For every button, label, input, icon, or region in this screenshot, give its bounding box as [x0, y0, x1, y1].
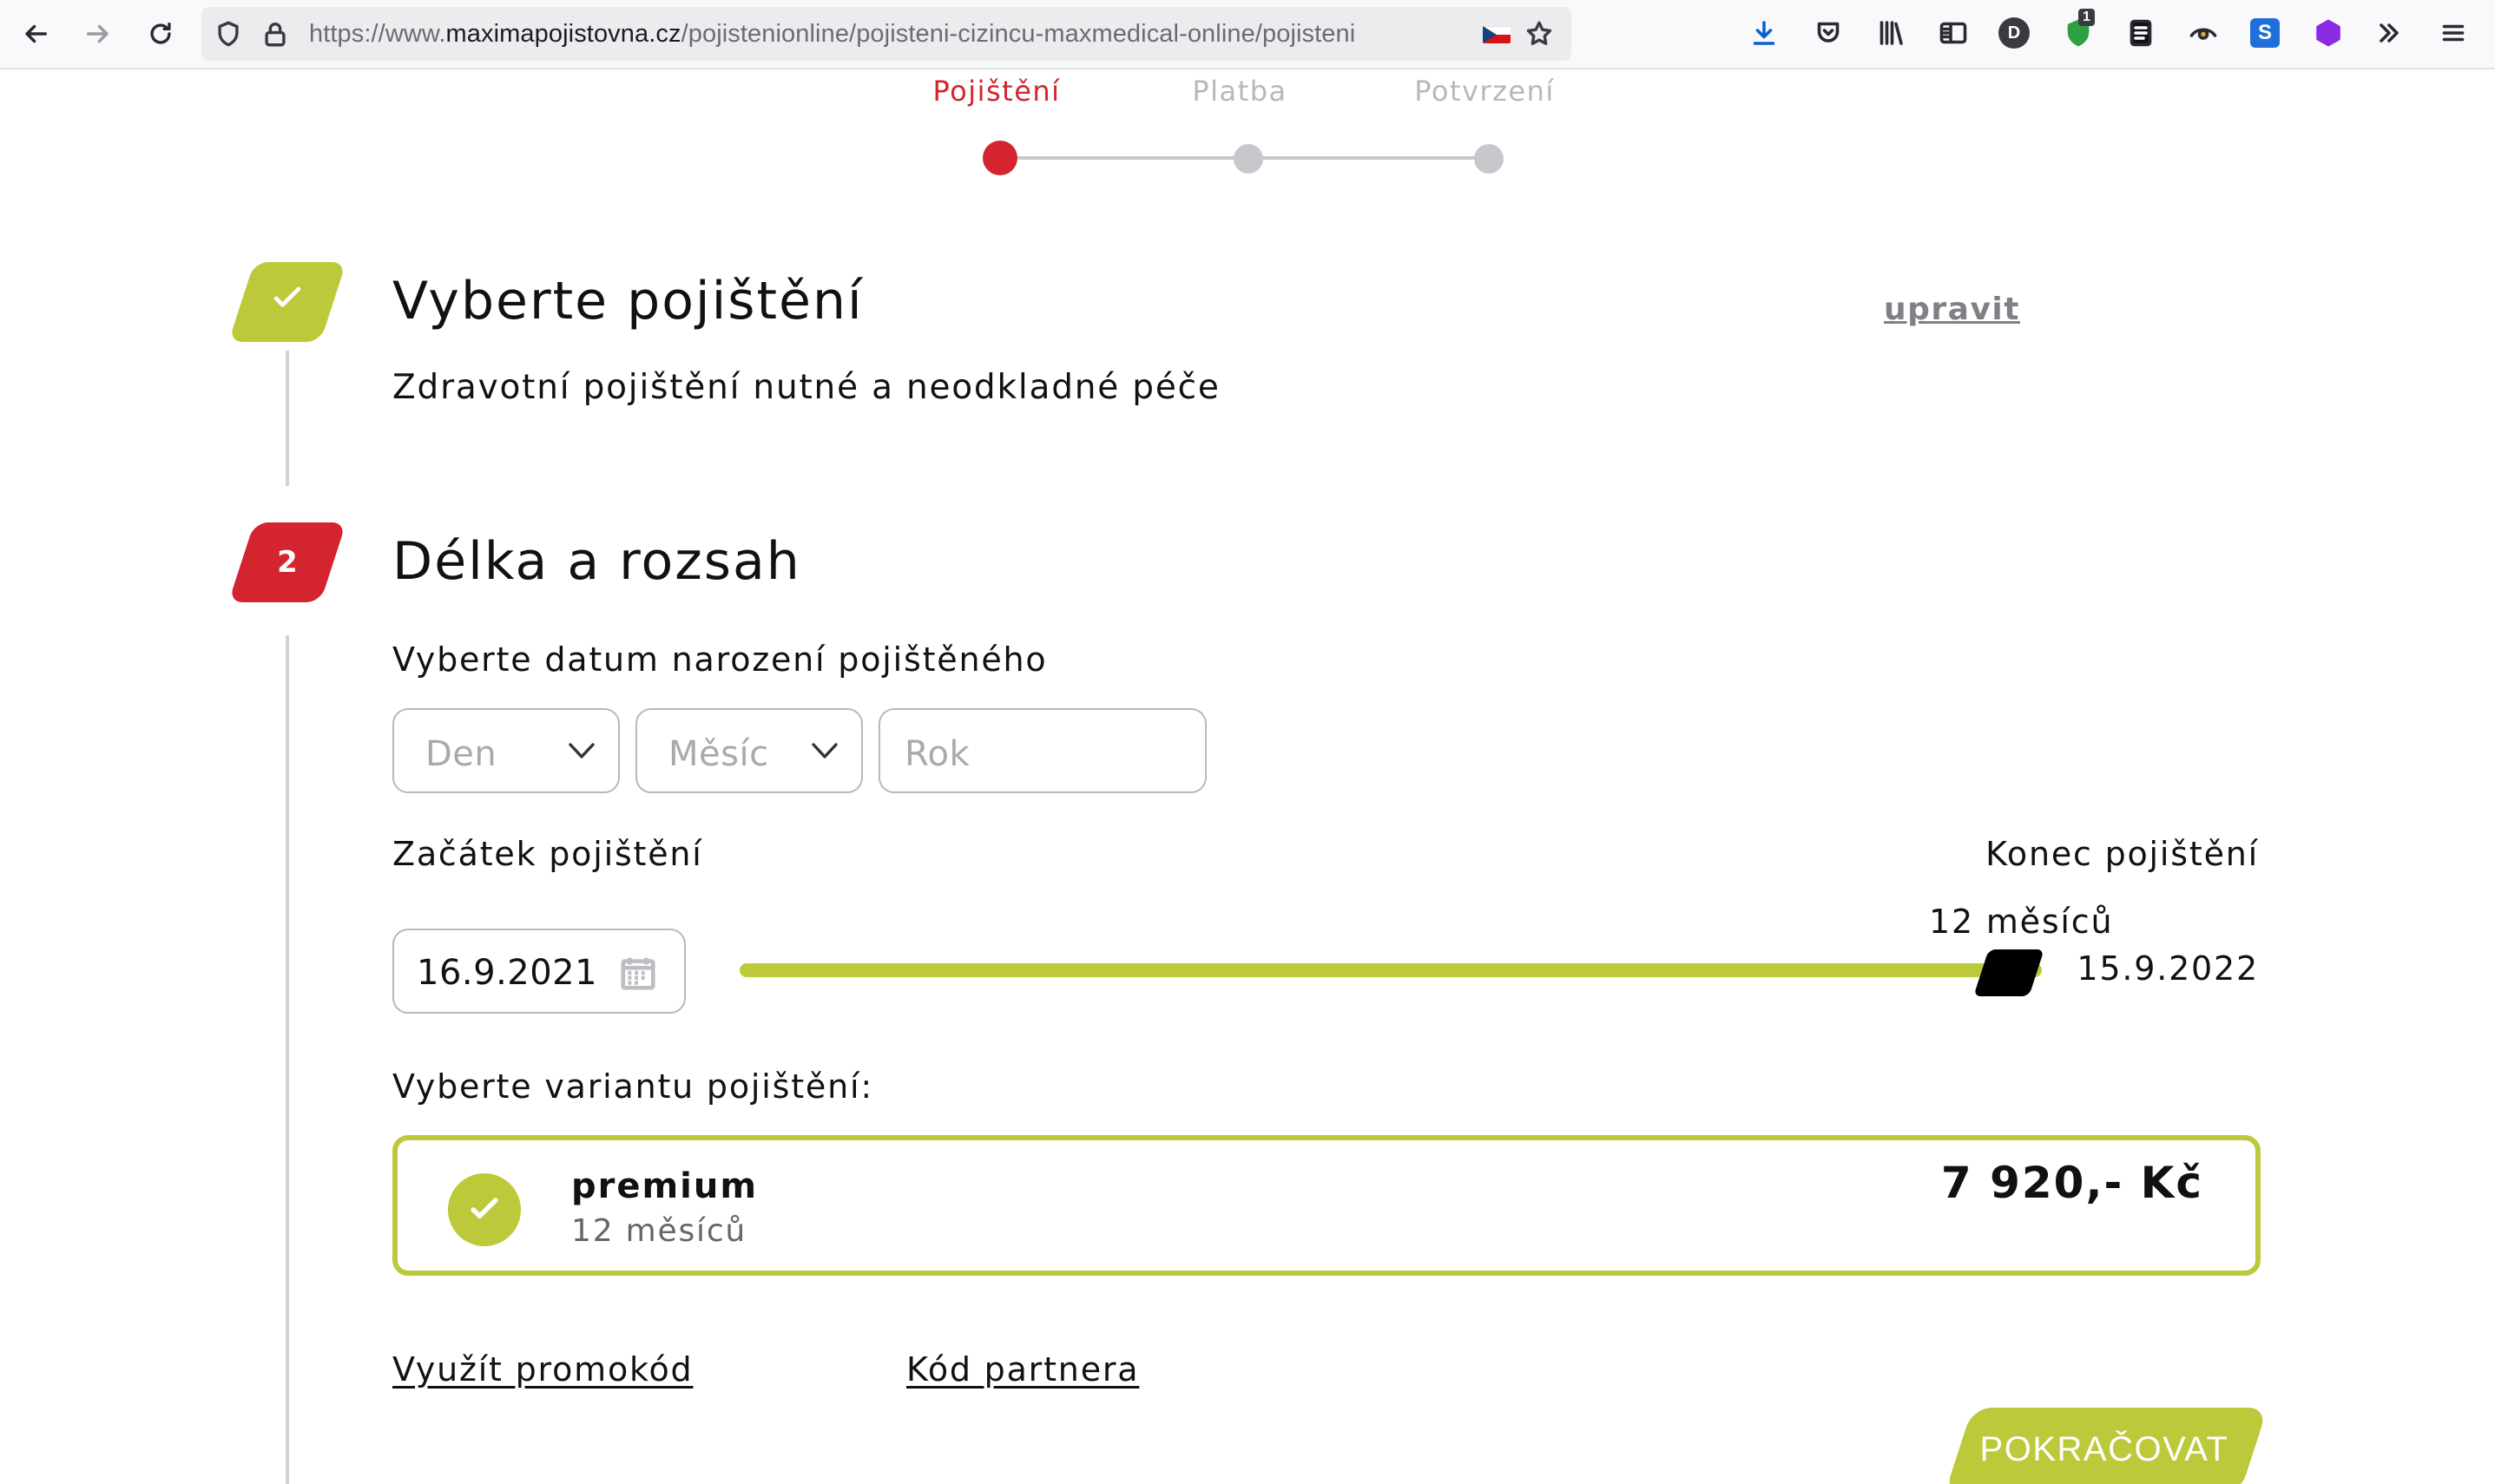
duration-slider-handle[interactable]	[1973, 949, 2044, 996]
s-extension-icon[interactable]: S	[2250, 18, 2280, 48]
end-date-value: 15.9.2022	[2077, 949, 2259, 988]
library-icon[interactable]	[1873, 16, 1908, 50]
variant-duration: 12 měsíců	[571, 1213, 747, 1249]
back-arrow-icon[interactable]	[14, 12, 57, 56]
start-date-input[interactable]: 16.9.2021	[392, 929, 686, 1014]
calendar-icon[interactable]	[618, 953, 658, 993]
download-icon[interactable]	[1747, 16, 1781, 50]
month-select[interactable]: Měsíc	[635, 708, 863, 793]
step-dot-insurance	[983, 141, 1017, 175]
reload-icon[interactable]	[139, 12, 182, 56]
continue-button[interactable]: POKRAČOVAT	[1944, 1408, 2268, 1484]
lock-icon[interactable]	[260, 19, 290, 49]
overflow-chevrons-icon[interactable]	[2372, 16, 2406, 50]
section-complete-badge	[228, 262, 346, 342]
section-title-choose-insurance: Vyberte pojištění	[392, 271, 864, 332]
variant-price: 7 920,- Kč	[1940, 1158, 2203, 1208]
day-placeholder: Den	[425, 734, 497, 774]
duckduckgo-extension-icon[interactable]: D	[1998, 17, 2030, 49]
variant-label: Vyberte variantu pojištění:	[392, 1067, 873, 1106]
section-title-duration-scope: Délka a rozsah	[392, 531, 801, 592]
pocket-icon[interactable]	[1811, 16, 1846, 50]
start-date-label: Začátek pojištění	[392, 835, 703, 873]
year-placeholder: Rok	[905, 734, 971, 774]
step-dot-confirmation	[1474, 144, 1504, 174]
url-path: /pojistenionline/pojisteni-cizincu-maxme…	[681, 20, 1356, 48]
notes-extension-icon[interactable]	[2123, 16, 2158, 50]
tracking-shield-icon[interactable]	[214, 19, 243, 49]
birthdate-label: Vyberte datum narození pojištěného	[392, 640, 1048, 679]
extension-badge: 1	[2078, 9, 2095, 26]
czech-flag-icon[interactable]	[1483, 26, 1511, 43]
continue-button-label: POKRAČOVAT	[1979, 1430, 2229, 1468]
eye-extension-icon[interactable]	[2186, 16, 2221, 50]
url-prefix: https://www.	[309, 20, 446, 48]
start-date-value: 16.9.2021	[417, 953, 598, 993]
section-number: 2	[277, 545, 298, 580]
browser-toolbar: https://www.maximapojistovna.cz/pojisten…	[0, 0, 2495, 69]
duration-slider-track[interactable]	[740, 963, 2042, 977]
duration-value: 12 měsíců	[1929, 903, 2114, 941]
month-placeholder: Měsíc	[668, 734, 769, 774]
selected-check-icon	[448, 1173, 521, 1246]
shield-extension-icon[interactable]: 1	[2061, 9, 2096, 50]
forward-arrow-icon[interactable]	[76, 12, 120, 56]
sidebar-icon[interactable]	[1936, 16, 1971, 50]
selected-product-text: Zdravotní pojištění nutné a neodkladné p…	[392, 368, 1221, 407]
url-text[interactable]: https://www.maximapojistovna.cz/pojisten…	[309, 20, 1355, 49]
chevron-down-icon	[811, 741, 839, 762]
partner-code-link[interactable]: Kód partnera	[906, 1350, 1139, 1389]
section-connector-line	[286, 635, 289, 1484]
day-select[interactable]: Den	[392, 708, 620, 793]
bookmark-star-icon[interactable]	[1524, 19, 1554, 49]
variant-card-premium[interactable]: premium 12 měsíců 7 920,- Kč	[392, 1135, 2261, 1276]
step-label-payment: Platba	[1192, 75, 1287, 108]
section-number-badge: 2	[228, 522, 346, 602]
promo-code-link[interactable]: Využít promokód	[392, 1350, 693, 1389]
step-label-confirmation: Potvrzení	[1414, 75, 1555, 108]
step-connector	[1248, 156, 1488, 160]
hexagon-extension-icon[interactable]	[2311, 16, 2346, 50]
chevron-down-icon	[568, 741, 596, 762]
url-domain: maximapojistovna.cz	[445, 20, 681, 48]
hamburger-menu-icon[interactable]	[2436, 16, 2471, 50]
variant-name: premium	[571, 1166, 759, 1206]
step-connector	[1000, 156, 1248, 160]
section-connector-line	[286, 351, 289, 486]
edit-link[interactable]: upravit	[1884, 292, 2020, 327]
checkmark-icon	[268, 279, 306, 325]
step-dot-payment	[1234, 144, 1263, 174]
year-input[interactable]: Rok	[879, 708, 1207, 793]
end-date-label: Konec pojištění	[1985, 835, 2259, 873]
step-label-insurance: Pojištění	[932, 75, 1061, 108]
address-bar[interactable]: https://www.maximapojistovna.cz/pojisten…	[201, 7, 1571, 61]
